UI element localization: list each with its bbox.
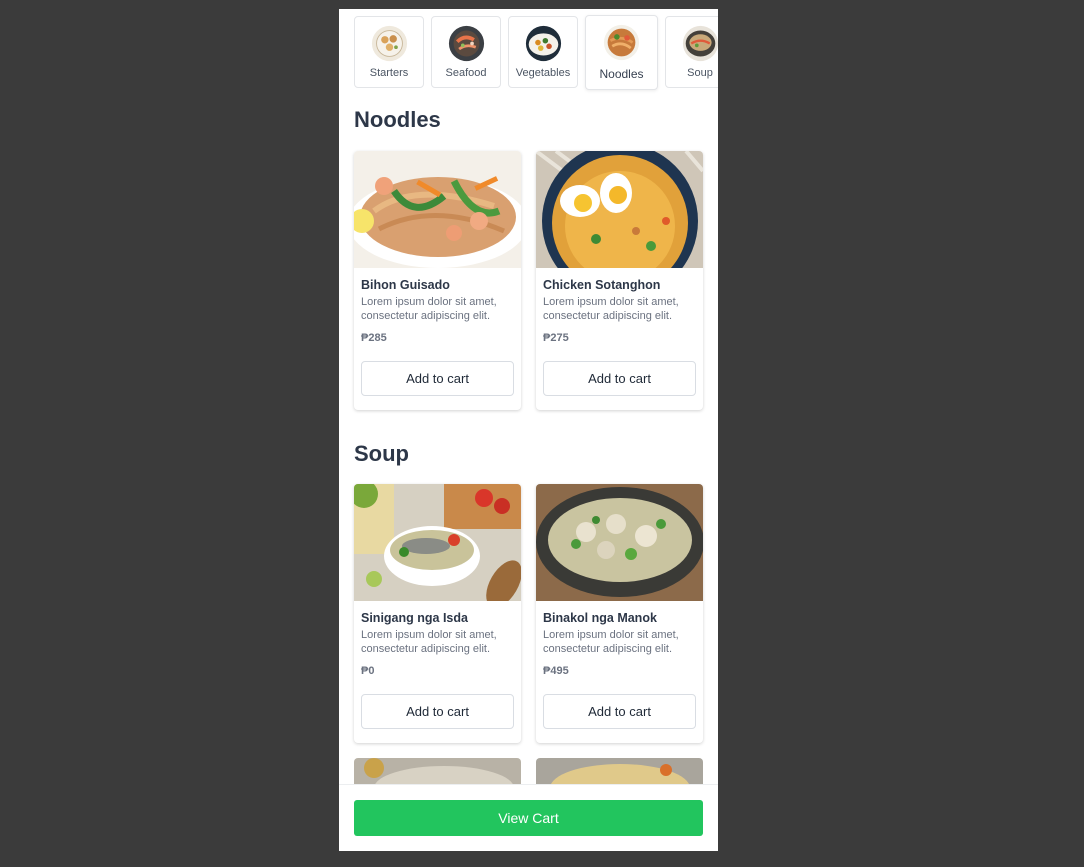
product-card: Binakol nga Manok Lorem ipsum dolor sit …	[536, 484, 703, 743]
product-name: Sinigang nga Isda	[361, 611, 468, 625]
bihon-guisado-photo	[354, 151, 521, 268]
category-label: Seafood	[445, 67, 487, 79]
section-title-soup: Soup	[354, 441, 409, 466]
product-price: ₱285	[361, 332, 387, 344]
category-label: Noodles	[599, 67, 644, 81]
category-seafood[interactable]: Seafood	[431, 16, 501, 88]
category-soup[interactable]: Soup	[665, 16, 718, 88]
add-to-cart-button[interactable]: Add to cart	[543, 361, 696, 396]
category-noodles[interactable]: Noodles	[585, 15, 658, 90]
category-label: Vegetables	[515, 67, 571, 79]
chicken-sotanghon-photo	[536, 151, 703, 268]
product-price: ₱275	[543, 332, 569, 344]
product-description: Lorem ipsum dolor sit amet, consectetur …	[543, 629, 679, 655]
seafood-dish-icon	[448, 25, 484, 62]
noodles-grid: Bihon Guisado Lorem ipsum dolor sit amet…	[354, 151, 703, 410]
noodles-dish-icon	[603, 24, 640, 61]
sinigang-nga-isda-photo	[354, 484, 521, 601]
add-to-cart-button[interactable]: Add to cart	[361, 694, 514, 729]
product-card: Sinigang nga Isda Lorem ipsum dolor sit …	[354, 484, 521, 743]
product-card: Bihon Guisado Lorem ipsum dolor sit amet…	[354, 151, 521, 410]
starters-dish-icon	[371, 25, 407, 62]
product-price: ₱495	[543, 665, 569, 677]
product-name: Chicken Sotanghon	[543, 278, 661, 292]
product-description: Lorem ipsum dolor sit amet, consectetur …	[543, 296, 679, 322]
binakol-nga-manok-photo	[536, 484, 703, 601]
product-price: ₱0	[361, 665, 375, 677]
product-description: Lorem ipsum dolor sit amet, consectetur …	[361, 629, 497, 655]
product-description: Lorem ipsum dolor sit amet, consectetur …	[361, 296, 497, 322]
category-strip[interactable]: Starters Seafood Vegetables Noodles Soup	[354, 15, 718, 90]
category-label: Starters	[369, 67, 409, 79]
product-card: Chicken Sotanghon Lorem ipsum dolor sit …	[536, 151, 703, 410]
category-label: Soup	[687, 67, 713, 79]
product-name: Binakol nga Manok	[543, 611, 657, 625]
add-to-cart-button[interactable]: Add to cart	[361, 361, 514, 396]
add-to-cart-button[interactable]: Add to cart	[543, 694, 696, 729]
category-vegetables[interactable]: Vegetables	[508, 16, 578, 88]
section-title-noodles: Noodles	[354, 107, 441, 132]
view-cart-button[interactable]: View Cart	[354, 800, 703, 836]
soup-dish-icon	[682, 25, 718, 62]
cart-footer: View Cart	[339, 784, 718, 851]
menu-screen: Starters Seafood Vegetables Noodles Soup…	[339, 9, 718, 851]
product-name: Bihon Guisado	[361, 278, 450, 292]
category-starters[interactable]: Starters	[354, 16, 424, 88]
vegetables-dish-icon	[525, 25, 561, 62]
soup-grid: Sinigang nga Isda Lorem ipsum dolor sit …	[354, 484, 703, 743]
